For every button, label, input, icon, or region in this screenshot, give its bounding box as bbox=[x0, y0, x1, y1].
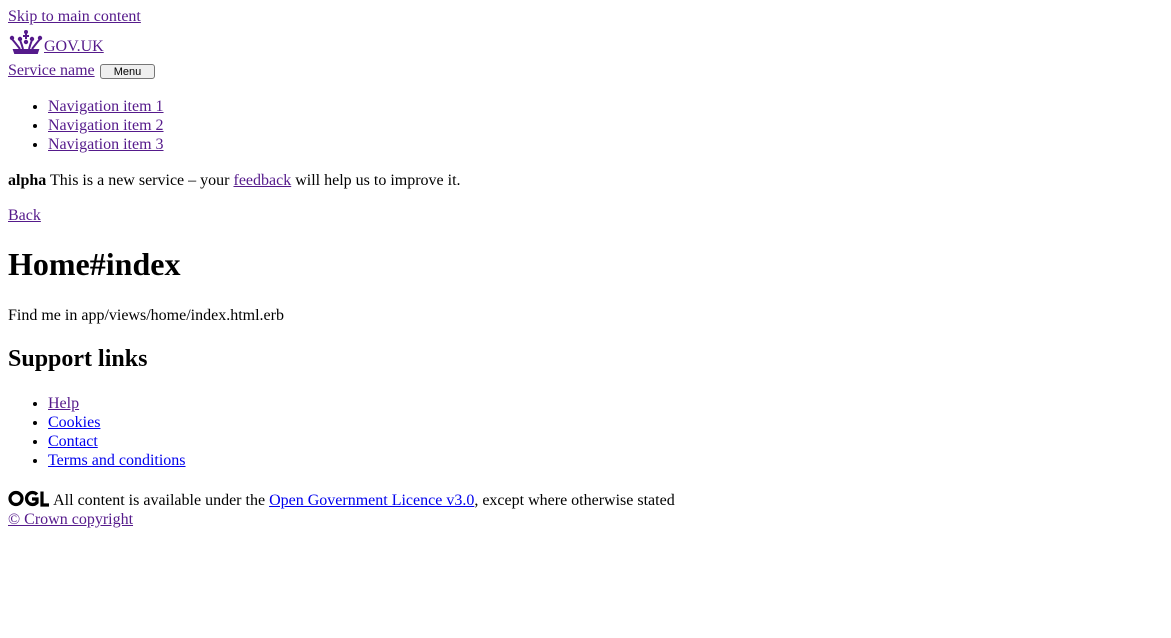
nav-item-1-link[interactable]: Navigation item 1 bbox=[48, 98, 164, 115]
menu-button[interactable]: Menu bbox=[100, 64, 155, 79]
feedback-link[interactable]: feedback bbox=[233, 172, 291, 189]
ogl-logo-icon bbox=[8, 490, 49, 507]
licence-text-end: , except where otherwise stated bbox=[474, 492, 675, 509]
nav-item-3-link[interactable]: Navigation item 3 bbox=[48, 136, 164, 153]
govuk-logo-link[interactable]: GOV.UK bbox=[8, 29, 104, 56]
licence-text: All content is available under the bbox=[53, 492, 266, 509]
list-item: Help bbox=[48, 394, 186, 413]
ogl-licence-link[interactable]: Open Government Licence v3.0 bbox=[269, 492, 474, 509]
support-links-list: Help Cookies Contact Terms and condition… bbox=[48, 394, 186, 470]
cookies-link[interactable]: Cookies bbox=[48, 414, 100, 431]
skip-to-main-link[interactable]: Skip to main content bbox=[8, 7, 141, 26]
phase-banner: alpha This is a new service – your feedb… bbox=[8, 171, 461, 190]
support-links-heading: Support links bbox=[8, 346, 148, 372]
list-item: Terms and conditions bbox=[48, 451, 186, 470]
nav-item: Navigation item 2 bbox=[48, 116, 164, 135]
contact-link[interactable]: Contact bbox=[48, 433, 98, 450]
crown-icon bbox=[9, 30, 43, 54]
page-title: Home#index bbox=[8, 246, 181, 282]
terms-link[interactable]: Terms and conditions bbox=[48, 452, 186, 469]
list-item: Contact bbox=[48, 432, 186, 451]
crown-copyright-link[interactable]: © Crown copyright bbox=[8, 510, 133, 529]
govuk-logo-text: GOV.UK bbox=[44, 38, 104, 55]
service-name-link[interactable]: Service name bbox=[8, 61, 95, 80]
phase-tag: alpha bbox=[8, 172, 47, 189]
phase-banner-text-end: will help us to improve it. bbox=[295, 172, 461, 189]
phase-banner-text: This is a new service – your bbox=[49, 172, 230, 189]
nav-item-2-link[interactable]: Navigation item 2 bbox=[48, 117, 164, 134]
header-navigation: Navigation item 1 Navigation item 2 Navi… bbox=[48, 97, 164, 154]
nav-item: Navigation item 3 bbox=[48, 135, 164, 154]
page-body-text: Find me in app/views/home/index.html.erb bbox=[8, 307, 284, 324]
list-item: Cookies bbox=[48, 413, 186, 432]
back-link[interactable]: Back bbox=[8, 206, 41, 225]
nav-item: Navigation item 1 bbox=[48, 97, 164, 116]
licence-statement: All content is available under the Open … bbox=[8, 490, 675, 510]
help-link[interactable]: Help bbox=[48, 395, 79, 412]
